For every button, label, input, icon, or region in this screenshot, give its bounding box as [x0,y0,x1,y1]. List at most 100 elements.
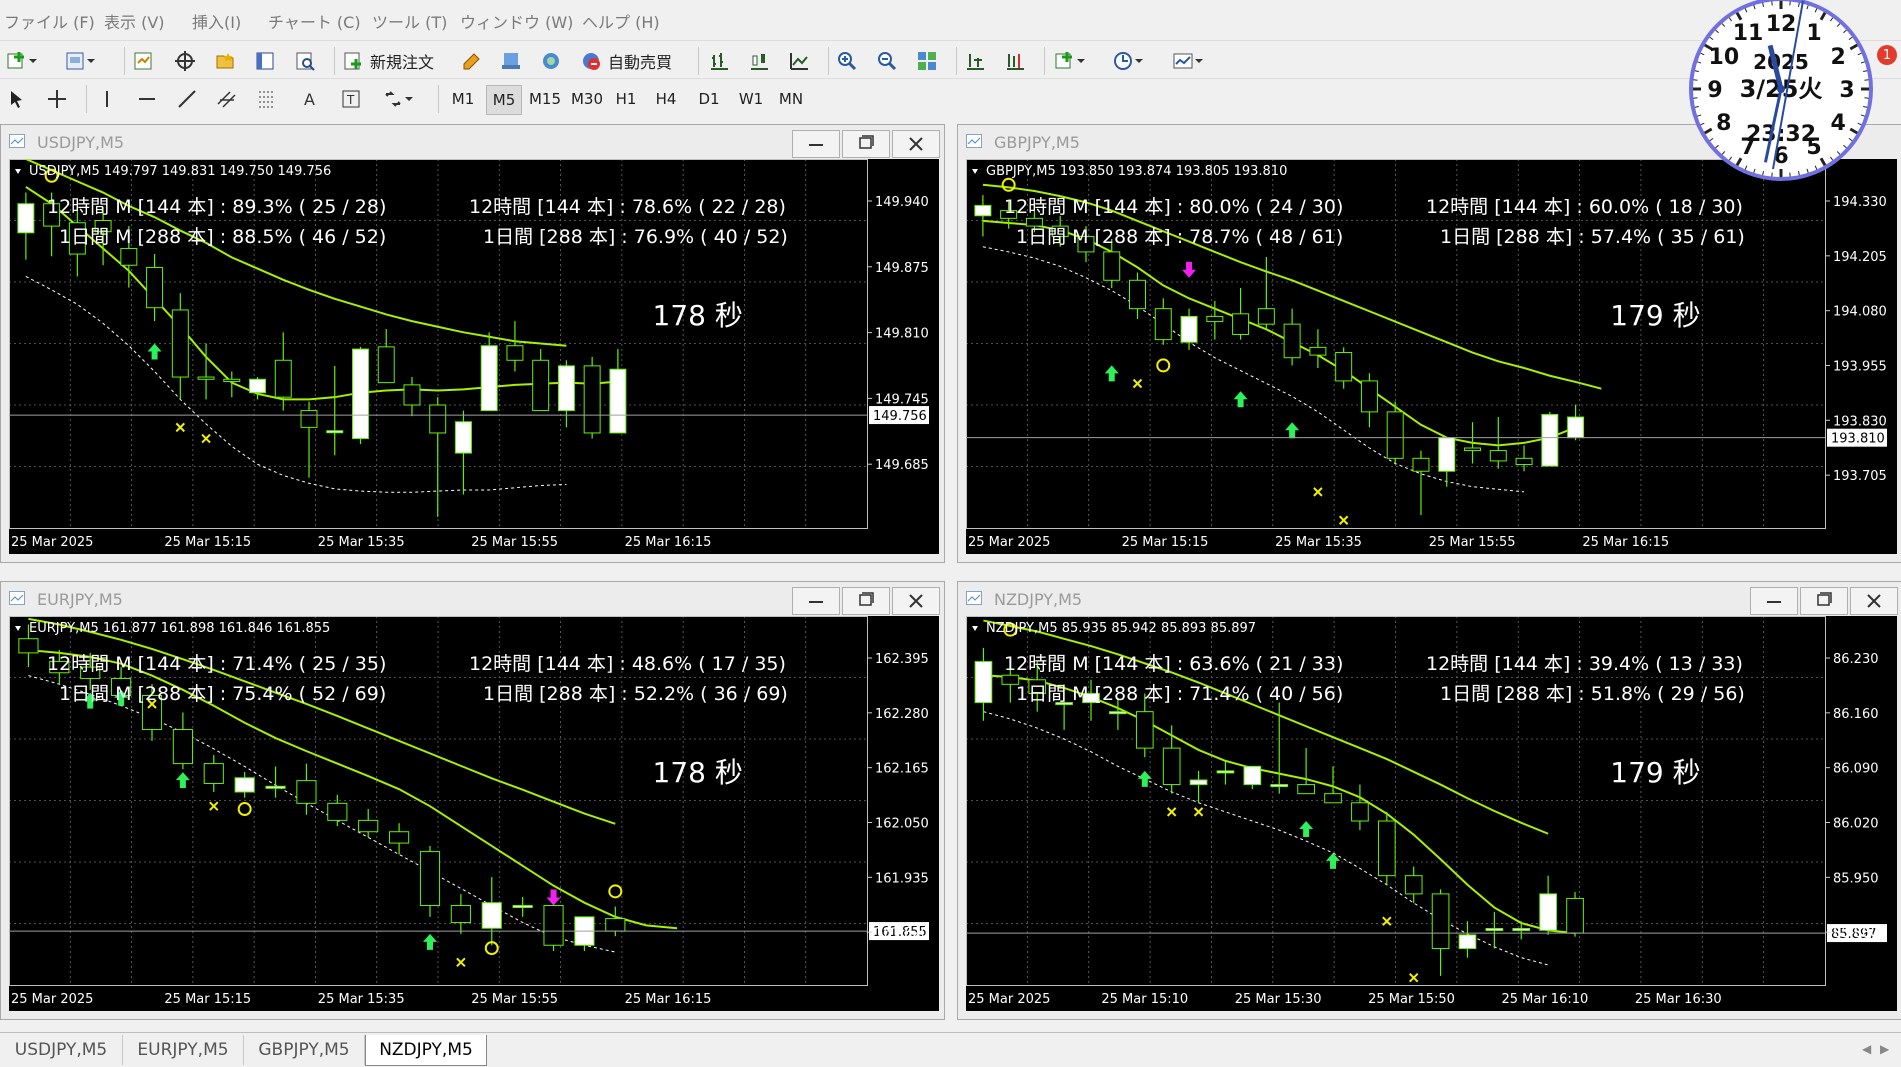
timeframe-h1[interactable]: H1 [610,85,642,113]
signals-button[interactable] [500,46,522,76]
svg-text:T: T [346,93,355,107]
timeframe-mn[interactable]: MN [774,85,808,113]
text-label-icon[interactable]: T [340,84,362,114]
candlestick-chart-button[interactable] [748,46,770,76]
tab-usdjpy[interactable]: USDJPY,M5 [0,1035,123,1065]
price-tick-label: 161.935 [875,871,929,886]
trendline-icon[interactable] [176,84,198,114]
metaeditor-button[interactable] [460,46,482,76]
candle-bear [1490,451,1506,461]
zoom-out-button[interactable] [876,46,898,76]
cursor-icon[interactable] [6,84,28,114]
line-chart-button[interactable] [788,46,810,76]
candle-bear [533,360,549,410]
window-titlebar[interactable]: EURJPY,M5 [1,582,944,616]
auto-scroll-button[interactable] [964,46,986,76]
fibonacci-icon[interactable] [256,84,278,114]
templates-button[interactable] [1172,46,1204,76]
text-tool-icon[interactable]: A [300,84,322,114]
tab-gbpjpy[interactable]: GBPJPY,M5 [244,1035,365,1065]
price-tick-label: 86.090 [1833,762,1879,777]
navigator-button[interactable] [214,46,236,76]
timeframe-m5[interactable]: M5 [486,85,522,115]
notification-badge[interactable]: 1 [1877,45,1897,65]
menu-window[interactable]: ウィンドウ (W) [460,9,573,33]
time-tick-label: 25 Mar 15:15 [164,992,251,1007]
zoom-in-button[interactable] [836,46,858,76]
auto-trading-button[interactable]: 自動売買 [580,46,672,76]
chart-shift-button[interactable] [1004,46,1026,76]
candle-bear [1130,280,1146,308]
close-button[interactable] [1850,587,1898,615]
timeframe-h4[interactable]: H4 [650,85,682,113]
time-tick-label: 25 Mar 15:30 [1235,992,1322,1007]
chart-canvas[interactable]: 193.810194.330194.205194.080193.955193.8… [966,159,1897,554]
clock-widget[interactable]: 12123456789101120253/25火23:32 [1686,0,1876,184]
maximize-button[interactable] [842,130,890,158]
candle-bear [1026,218,1042,226]
menu-view[interactable]: 表示 (V) [104,9,165,33]
tab-eurjpy[interactable]: EURJPY,M5 [123,1035,244,1065]
close-button[interactable] [892,587,940,615]
profiles-button[interactable] [64,46,96,76]
new-chart-button[interactable] [6,46,38,76]
market-watch-button[interactable] [132,46,154,76]
candle-bull [353,349,369,438]
candle-bull [482,903,501,929]
arrows-icon[interactable] [382,84,414,114]
time-tick-label: 25 Mar 16:15 [1582,535,1669,550]
close-button[interactable] [892,130,940,158]
price-tick-label: 86.020 [1833,817,1879,832]
indicators-button[interactable] [1054,46,1086,76]
menu-insert[interactable]: 挿入(I) [192,9,241,33]
bar-countdown: 179 秒 [1610,299,1700,332]
bar-chart-button[interactable] [708,46,730,76]
timeframe-m30[interactable]: M30 [568,85,606,113]
candle-bull [1542,414,1558,466]
market-button[interactable] [540,46,562,76]
minimize-button[interactable] [792,587,840,615]
price-tick-label: 194.330 [1833,195,1887,210]
sell-arrow-icon [547,890,561,906]
scroll-left-icon[interactable]: ◀ [1862,1042,1871,1056]
menu-file[interactable]: ファイル (F) [4,9,95,33]
periods-button[interactable] [1112,46,1144,76]
chart-canvas[interactable]: 161.855162.395162.280162.165162.050161.9… [9,616,939,1011]
menu-help[interactable]: ヘルプ (H) [582,9,660,33]
minimize-button[interactable] [792,130,840,158]
scroll-right-icon[interactable]: ▶ [1880,1042,1889,1056]
terminal-button[interactable] [254,46,276,76]
vertical-line-icon[interactable] [96,84,118,114]
chart-window-eurjpy[interactable]: EURJPY,M5 161.855162.395162.280162.16516… [0,581,945,1020]
crosshair-icon[interactable] [46,84,68,114]
chart-window-nzdjpy[interactable]: NZDJPY,M5 85.89786.23086.16086.09086.020… [957,581,1901,1020]
chart-canvas[interactable]: 149.756149.940149.875149.810149.745149.6… [9,159,939,554]
timeframe-d1[interactable]: D1 [692,85,726,113]
chart-window-usdjpy[interactable]: USDJPY,M5 149.756149.940149.875149.81014… [0,124,945,563]
window-titlebar[interactable]: NZDJPY,M5 [958,582,1901,616]
tab-nzdjpy[interactable]: NZDJPY,M5 [365,1035,487,1066]
data-window-button[interactable] [174,46,196,76]
horizontal-line-icon[interactable] [136,84,158,114]
equidistant-channel-icon[interactable] [216,84,238,114]
chart-window-gbpjpy[interactable]: GBPJPY,M5 193.810194.330194.205194.08019… [957,124,1901,563]
tile-windows-button[interactable] [916,46,938,76]
candle-bear [451,906,470,923]
timeframe-m1[interactable]: M1 [446,85,480,113]
timeframe-w1[interactable]: W1 [734,85,768,113]
window-titlebar[interactable]: USDJPY,M5 [1,125,944,159]
menu-chart[interactable]: チャート (C) [268,9,361,33]
clock-numeral: 1 [1806,21,1821,46]
menu-tools[interactable]: ツール (T) [372,9,447,33]
chart-canvas[interactable]: 85.89786.23086.16086.09086.02085.95085.8… [966,616,1897,1011]
strategy-tester-button[interactable] [294,46,316,76]
minimize-button[interactable] [1750,587,1798,615]
maximize-button[interactable] [842,587,890,615]
timeframe-m15[interactable]: M15 [526,85,564,113]
stats-1d: 1日間 [288 本] : 51.8% ( 29 / 56) [1440,683,1745,705]
stats-1d: 1日間 [288 本] : 57.4% ( 35 / 61) [1440,226,1745,248]
maximize-button[interactable] [1800,587,1848,615]
stats-1d: 1日間 [288 本] : 52.2% ( 36 / 69) [483,683,788,705]
signal-circle-icon [1157,359,1169,371]
new-order-button[interactable]: 新規注文 [342,46,434,76]
